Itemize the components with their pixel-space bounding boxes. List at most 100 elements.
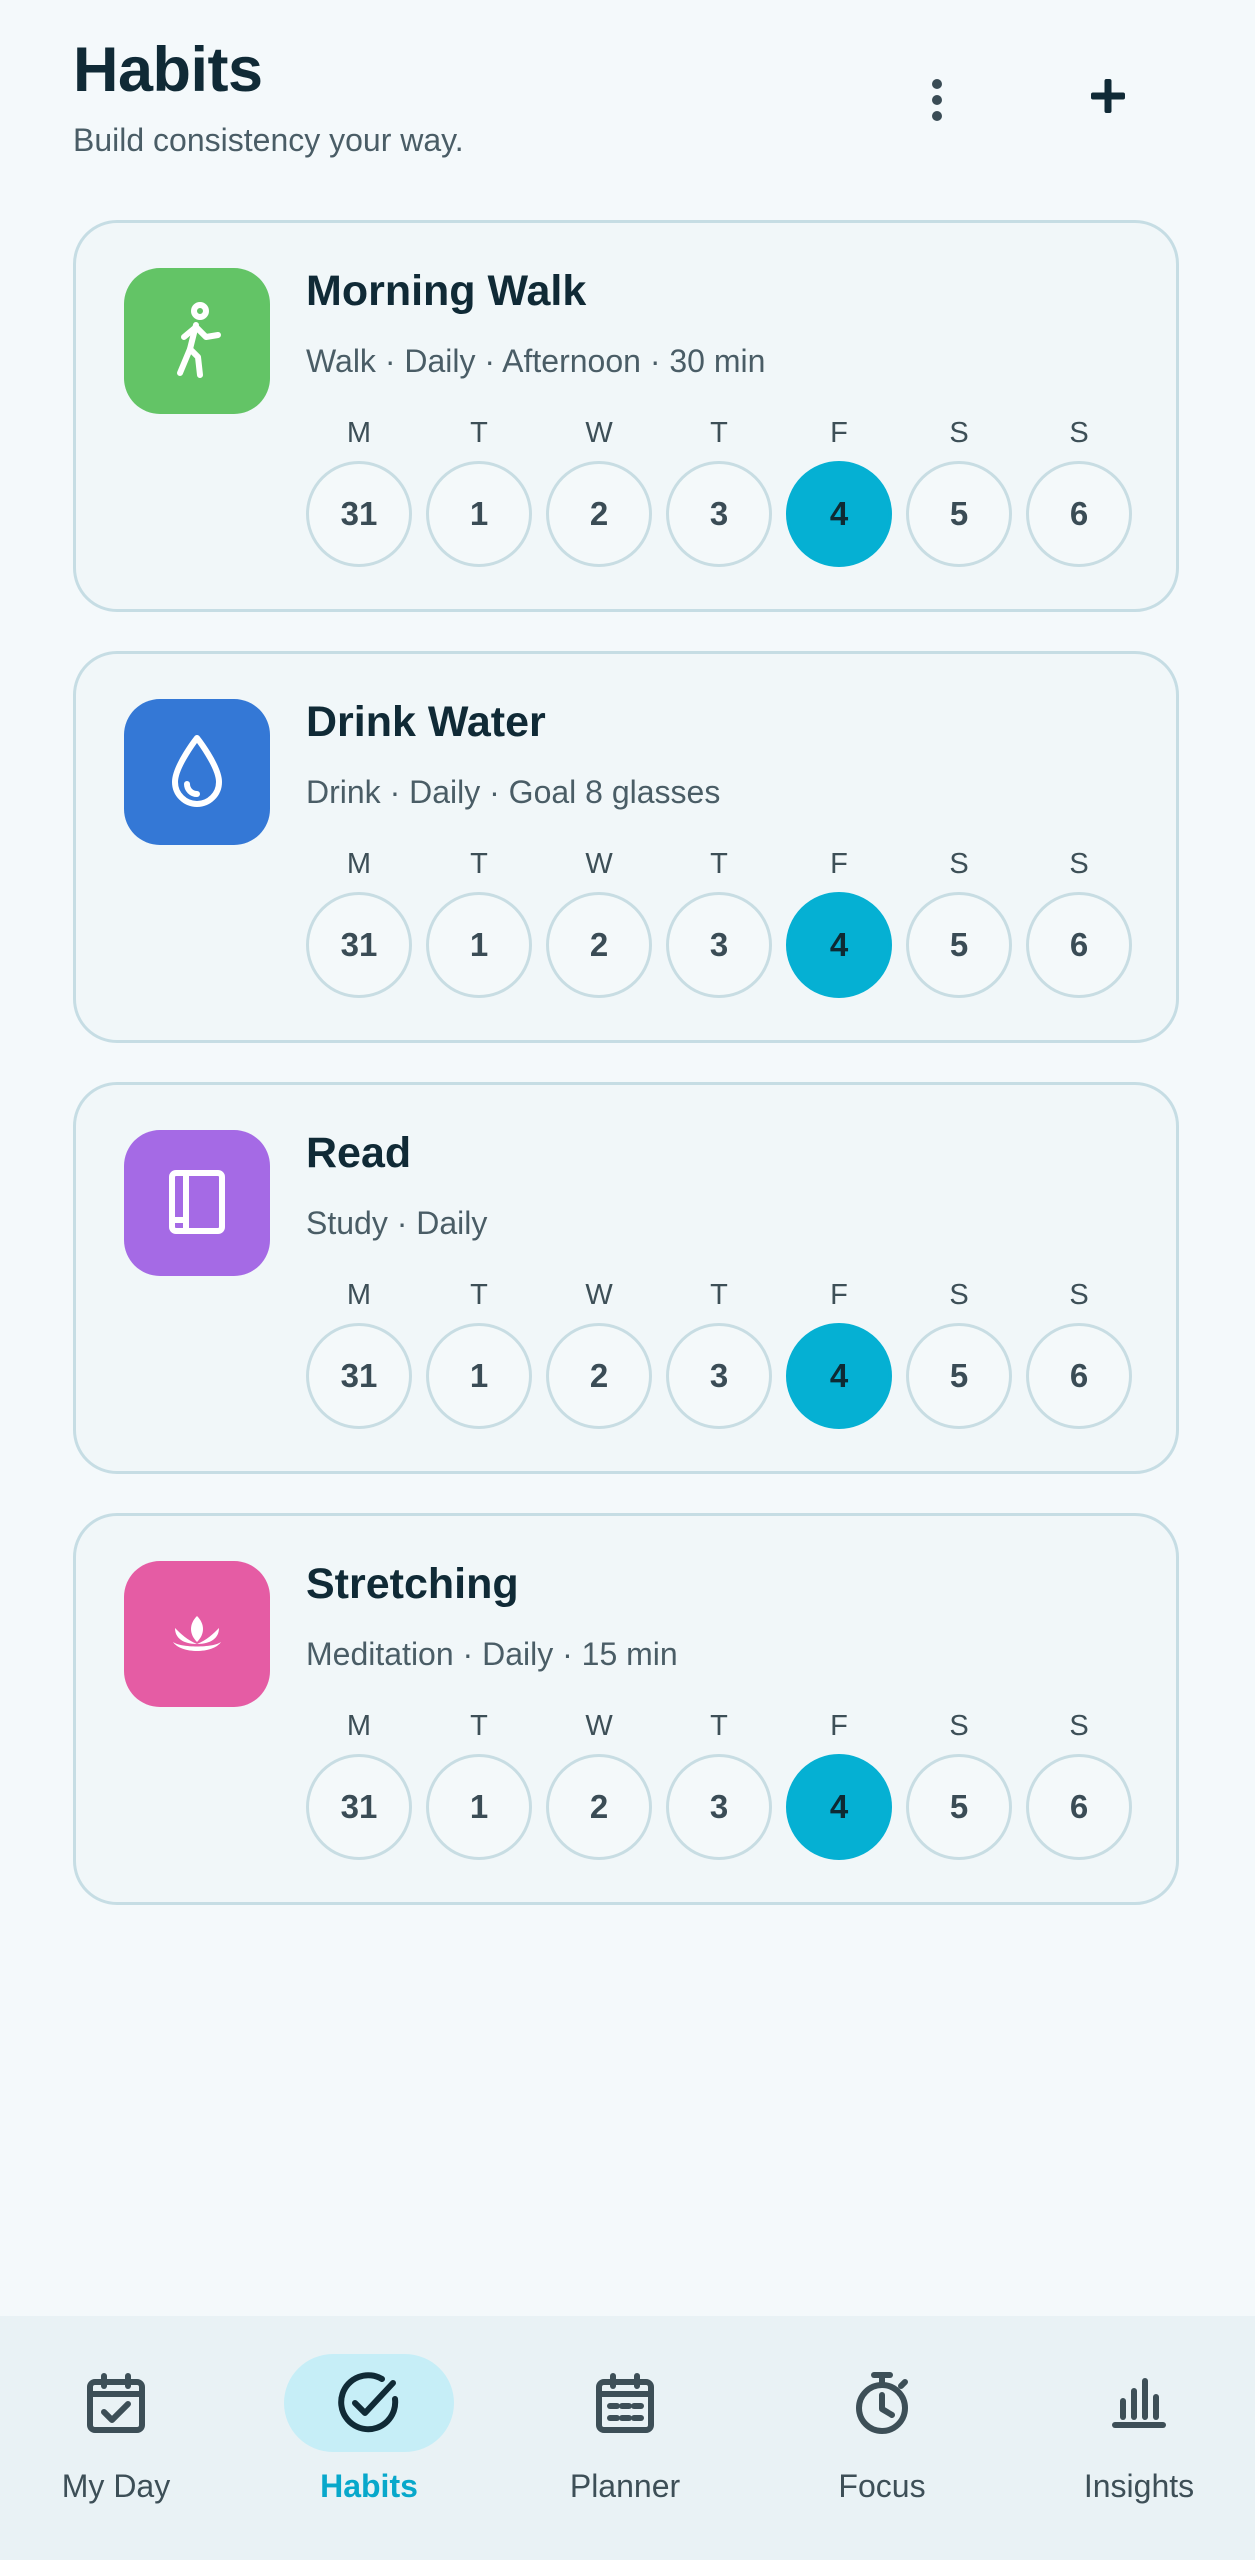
weekday-label: M <box>346 848 372 880</box>
more-vertical-icon <box>932 79 942 121</box>
day-toggle[interactable]: 31 <box>306 1754 412 1860</box>
weekday-label: W <box>585 848 613 880</box>
day-toggle[interactable]: 1 <box>426 892 532 998</box>
day-toggle-selected[interactable]: 4 <box>786 461 892 567</box>
day-toggle[interactable]: 3 <box>666 461 772 567</box>
weekday-label: S <box>949 1279 969 1311</box>
habit-name: Morning Walk <box>306 267 587 315</box>
day-toggle[interactable]: 1 <box>426 461 532 567</box>
day-toggle[interactable]: 2 <box>546 1323 652 1429</box>
add-habit-button[interactable] <box>1078 66 1138 126</box>
day-toggle[interactable]: 31 <box>306 461 412 567</box>
weekday-label: F <box>830 848 848 880</box>
weekday-label: F <box>830 417 848 449</box>
habit-icon-tile <box>124 699 270 845</box>
lotus-icon <box>173 1616 221 1651</box>
habit-name: Drink Water <box>306 698 546 746</box>
day-toggle[interactable]: 2 <box>546 892 652 998</box>
day-toggle[interactable]: 2 <box>546 1754 652 1860</box>
day-toggle[interactable]: 31 <box>306 892 412 998</box>
day-toggle[interactable]: 6 <box>1026 461 1132 567</box>
weekday-label: M <box>346 1279 372 1311</box>
nav-label: Focus <box>838 2468 926 2504</box>
weekday-label: S <box>1069 417 1089 449</box>
page-title: Habits <box>73 35 263 105</box>
water-drop-icon <box>172 735 222 807</box>
weekday-label: S <box>1069 1710 1089 1742</box>
day-toggle[interactable]: 2 <box>546 461 652 567</box>
day-toggle[interactable]: 6 <box>1026 1323 1132 1429</box>
bar-chart-icon <box>1112 2378 1166 2428</box>
day-toggle[interactable]: 31 <box>306 1323 412 1429</box>
habit-meta: Meditation · Daily · 15 min <box>306 1636 678 1672</box>
page-subtitle: Build consistency your way. <box>73 122 464 158</box>
week-row: M 31 T 1 W 2 T 3 F 4 S 5 S 6 <box>306 417 1136 567</box>
header: Habits Build consistency your way. <box>0 0 1255 200</box>
calendar-check-icon <box>87 2373 145 2433</box>
nav-label: Insights <box>1083 2468 1195 2504</box>
stopwatch-icon <box>856 2372 908 2434</box>
habit-card[interactable]: Drink Water Drink · Daily · Goal 8 glass… <box>73 651 1179 1043</box>
weekday-label: T <box>470 848 488 880</box>
day-toggle[interactable]: 5 <box>906 892 1012 998</box>
day-toggle[interactable]: 3 <box>666 1323 772 1429</box>
nav-item-my-day[interactable]: My Day <box>6 2316 226 2560</box>
weekday-label: M <box>346 1710 372 1742</box>
habit-card[interactable]: Read Study · Daily M 31 T 1 W 2 T 3 F 4 S 5 S 6 <box>73 1082 1179 1474</box>
day-toggle-selected[interactable]: 4 <box>786 1754 892 1860</box>
weekday-label: F <box>830 1279 848 1311</box>
day-toggle[interactable]: 1 <box>426 1323 532 1429</box>
book-icon <box>169 1170 225 1234</box>
nav-item-insights[interactable]: Insights <box>1029 2316 1249 2560</box>
plus-icon <box>1091 79 1125 113</box>
calendar-grid-icon <box>596 2373 654 2433</box>
weekday-label: W <box>585 417 613 449</box>
weekday-label: F <box>830 1710 848 1742</box>
nav-item-planner[interactable]: Planner <box>515 2316 735 2560</box>
habit-icon-tile <box>124 1130 270 1276</box>
nav-item-focus[interactable]: Focus <box>772 2316 992 2560</box>
weekday-label: T <box>710 1710 728 1742</box>
day-toggle[interactable]: 5 <box>906 1754 1012 1860</box>
habit-name: Stretching <box>306 1560 519 1608</box>
day-toggle[interactable]: 5 <box>906 1323 1012 1429</box>
weekday-label: T <box>470 1710 488 1742</box>
day-toggle-selected[interactable]: 4 <box>786 892 892 998</box>
weekday-label: T <box>470 417 488 449</box>
weekday-label: M <box>346 417 372 449</box>
weekday-label: T <box>710 417 728 449</box>
weekday-label: T <box>470 1279 488 1311</box>
walking-person-icon <box>177 302 221 378</box>
day-toggle[interactable]: 3 <box>666 892 772 998</box>
habit-meta: Drink · Daily · Goal 8 glasses <box>306 774 721 810</box>
weekday-label: S <box>1069 848 1089 880</box>
day-toggle[interactable]: 1 <box>426 1754 532 1860</box>
weekday-label: S <box>949 1710 969 1742</box>
day-toggle[interactable]: 3 <box>666 1754 772 1860</box>
nav-item-habits[interactable]: Habits <box>259 2316 479 2560</box>
bottom-navigation: My Day Habits Planner Focus Insights <box>0 2316 1255 2560</box>
weekday-label: T <box>710 1279 728 1311</box>
week-row: M 31 T 1 W 2 T 3 F 4 S 5 S 6 <box>306 1279 1136 1429</box>
weekday-label: S <box>1069 1279 1089 1311</box>
day-toggle[interactable]: 6 <box>1026 892 1132 998</box>
nav-label: Habits <box>320 2468 418 2504</box>
more-options-button[interactable] <box>907 70 967 130</box>
habit-card[interactable]: Stretching Meditation · Daily · 15 min M… <box>73 1513 1179 1905</box>
weekday-label: S <box>949 848 969 880</box>
habit-card[interactable]: Morning Walk Walk · Daily · Afternoon · … <box>73 220 1179 612</box>
weekday-label: T <box>710 848 728 880</box>
nav-label: My Day <box>61 2468 171 2504</box>
weekday-label: W <box>585 1279 613 1311</box>
week-row: M 31 T 1 W 2 T 3 F 4 S 5 S 6 <box>306 848 1136 998</box>
habit-name: Read <box>306 1129 412 1177</box>
day-toggle-selected[interactable]: 4 <box>786 1323 892 1429</box>
habit-meta: Walk · Daily · Afternoon · 30 min <box>306 343 766 379</box>
check-circle-icon <box>338 2372 399 2433</box>
habit-meta: Study · Daily <box>306 1205 488 1241</box>
weekday-label: W <box>585 1710 613 1742</box>
day-toggle[interactable]: 5 <box>906 461 1012 567</box>
day-toggle[interactable]: 6 <box>1026 1754 1132 1860</box>
habit-icon-tile <box>124 1561 270 1707</box>
week-row: M 31 T 1 W 2 T 3 F 4 S 5 S 6 <box>306 1710 1136 1860</box>
